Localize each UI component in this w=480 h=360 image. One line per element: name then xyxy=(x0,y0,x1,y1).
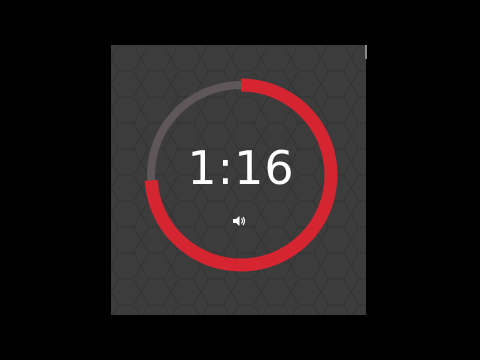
timer-display: 1:16 xyxy=(187,141,295,195)
speaker-icon[interactable] xyxy=(232,214,246,228)
window-edge-marker xyxy=(365,45,367,59)
timer-screen: 1:16 xyxy=(0,0,480,360)
